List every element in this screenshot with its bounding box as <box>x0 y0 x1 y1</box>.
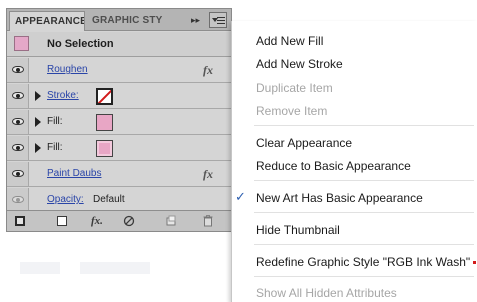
new-art-basic-icon[interactable] <box>15 216 25 226</box>
visibility-toggle[interactable] <box>7 58 29 82</box>
stroke-none-swatch[interactable] <box>96 88 113 105</box>
appearance-row-roughen[interactable]: Roughen fx <box>7 58 231 83</box>
appearance-row-fill[interactable]: Fill: <box>7 110 231 135</box>
menu-item-add-new-stroke[interactable]: Add New Stroke <box>256 57 343 71</box>
opacity-value: Default <box>93 194 125 205</box>
tab-overflow-arrows-icon[interactable]: ▸▸ <box>191 13 200 27</box>
menu-item-clear-appearance[interactable]: Clear Appearance <box>256 136 352 150</box>
eye-icon <box>12 92 24 99</box>
stroke-link[interactable]: Stroke: <box>47 90 79 101</box>
fill-swatch[interactable] <box>96 140 113 157</box>
visibility-toggle[interactable] <box>7 110 29 134</box>
visibility-toggle[interactable] <box>7 84 29 108</box>
checkmark-icon: ✓ <box>235 189 246 204</box>
menu-item-new-art-basic-appearance[interactable]: New Art Has Basic Appearance <box>256 191 423 205</box>
panel-bottom-toolbar: fx. <box>7 210 231 231</box>
menu-item-duplicate-item: Duplicate Item <box>256 81 333 95</box>
menu-item-hide-thumbnail[interactable]: Hide Thumbnail <box>256 223 340 237</box>
panel-tab-bar: APPEARANCE GRAPHIC STY ▸▸ <box>7 9 231 31</box>
duplicate-icon[interactable] <box>165 215 177 230</box>
menu-item-remove-item: Remove Item <box>256 104 328 118</box>
effect-link-paint-daubs[interactable]: Paint Daubs <box>47 168 101 179</box>
menu-item-reduce-to-basic[interactable]: Reduce to Basic Appearance <box>256 159 411 173</box>
selection-label: No Selection <box>47 38 114 50</box>
appearance-row-paint-daubs[interactable]: Paint Daubs fx <box>7 162 231 187</box>
menu-item-show-hidden-attributes: Show All Hidden Attributes <box>256 286 397 300</box>
appearance-row-fill[interactable]: Fill: <box>7 136 231 161</box>
expand-triangle-icon[interactable] <box>35 91 41 101</box>
menu-separator <box>254 212 474 213</box>
visibility-toggle[interactable] <box>7 188 29 212</box>
fx-icon: fx <box>203 63 213 77</box>
effect-link-roughen[interactable]: Roughen <box>47 64 88 75</box>
menu-item-redefine-graphic-style[interactable]: Redefine Graphic Style "RGB Ink Wash" <box>256 255 477 269</box>
eye-icon <box>12 66 24 73</box>
overflow-dot-icon <box>473 261 477 265</box>
menu-separator <box>254 125 474 126</box>
menu-separator <box>254 244 474 245</box>
appearance-panel-flyout-menu: Add New Fill Add New Stroke Duplicate It… <box>231 21 477 302</box>
menu-lines-icon <box>217 17 225 18</box>
selection-row: No Selection <box>7 32 231 57</box>
opacity-link[interactable]: Opacity: <box>47 194 84 205</box>
background-shape <box>20 262 60 274</box>
fx-icon: fx <box>203 167 213 181</box>
expand-triangle-icon[interactable] <box>35 117 41 127</box>
eye-icon <box>12 118 24 125</box>
eye-icon <box>12 196 24 203</box>
trash-icon[interactable] <box>203 215 213 230</box>
visibility-toggle[interactable] <box>7 136 29 160</box>
panel-menu-button[interactable] <box>209 12 227 28</box>
selection-thumbnail <box>14 36 29 51</box>
no-icon[interactable] <box>123 215 135 230</box>
fill-label: Fill: <box>47 116 63 127</box>
appearance-row-stroke[interactable]: Stroke: <box>7 84 231 109</box>
eye-icon <box>12 144 24 151</box>
tab-graphic-styles[interactable]: GRAPHIC STY <box>87 11 173 31</box>
appearance-panel: APPEARANCE GRAPHIC STY ▸▸ No Selection R… <box>6 8 232 232</box>
visibility-toggle[interactable] <box>7 162 29 186</box>
clear-appearance-icon[interactable] <box>57 216 67 226</box>
menu-lines-icon <box>217 23 225 24</box>
add-effect-icon[interactable]: fx. <box>91 215 103 227</box>
menu-lines-icon <box>217 20 225 21</box>
eye-icon <box>12 170 24 177</box>
background-shape <box>80 262 150 274</box>
expand-triangle-icon[interactable] <box>35 143 41 153</box>
menu-item-add-new-fill[interactable]: Add New Fill <box>256 34 323 48</box>
redefine-graphic-style-label: Redefine Graphic Style "RGB Ink Wash" <box>256 255 471 269</box>
fill-swatch[interactable] <box>96 114 113 131</box>
tab-appearance[interactable]: APPEARANCE <box>9 11 85 31</box>
menu-separator <box>254 180 474 181</box>
fill-label: Fill: <box>47 142 63 153</box>
menu-separator <box>254 276 474 277</box>
